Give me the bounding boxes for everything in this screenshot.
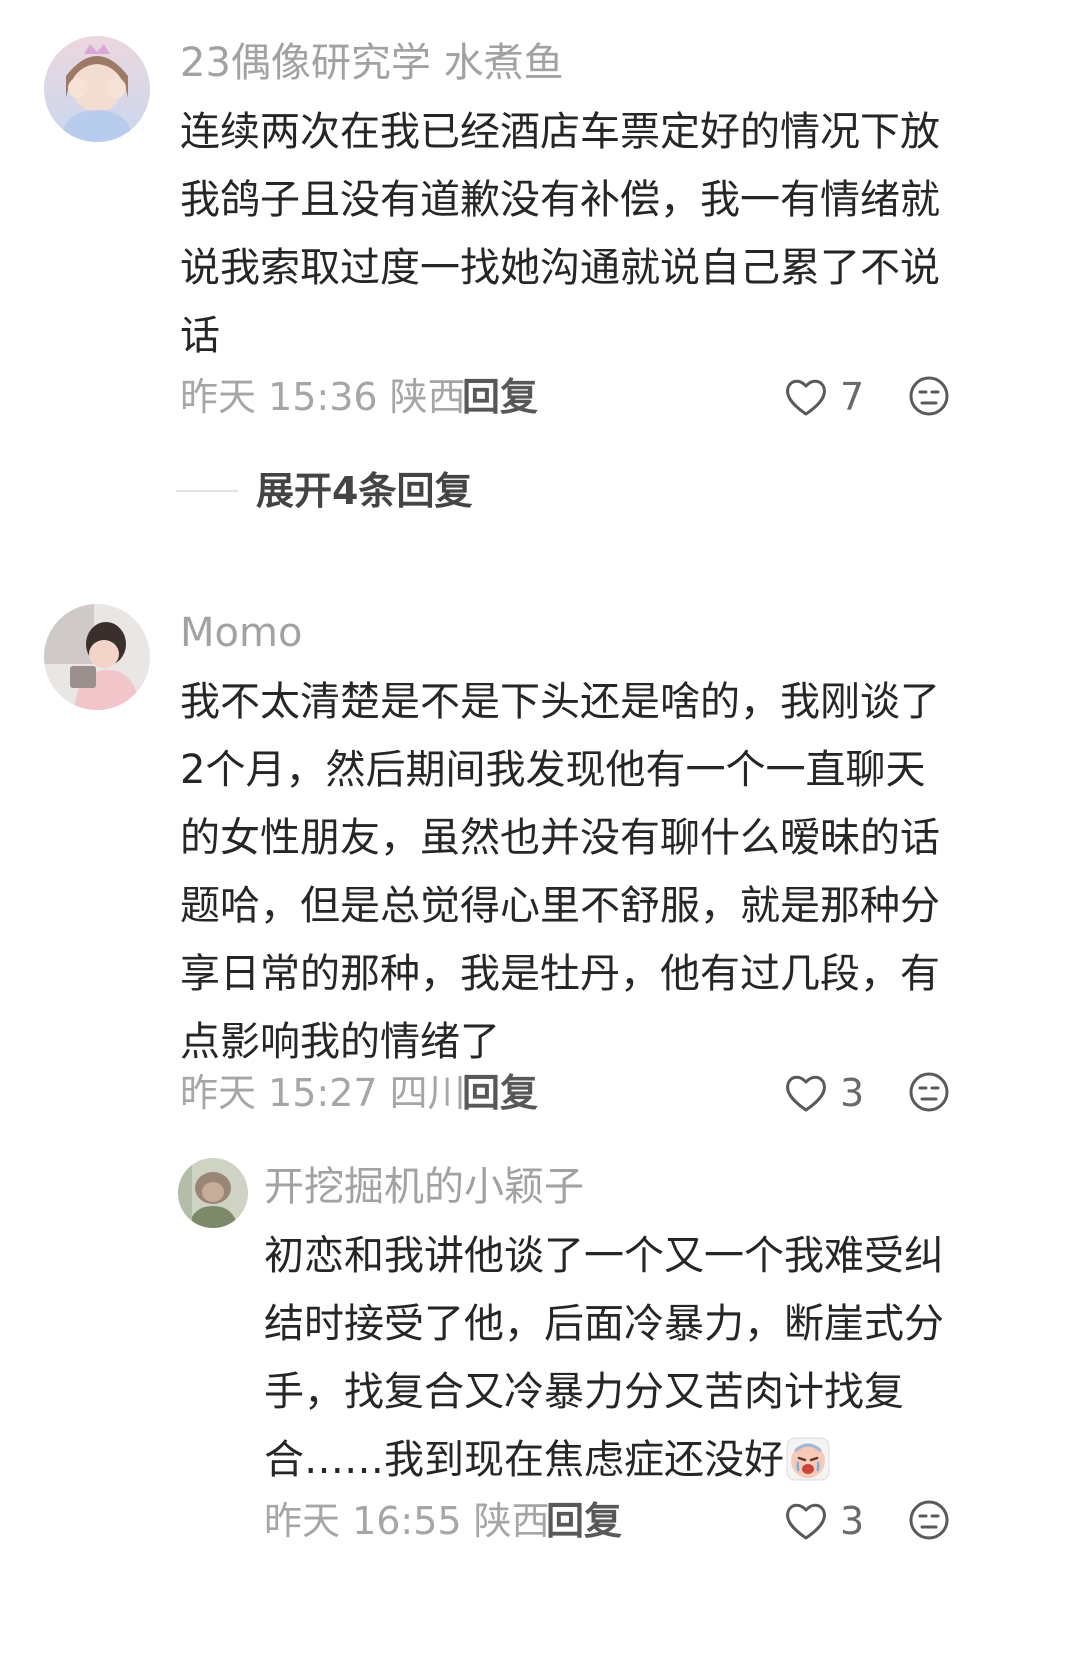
avatar[interactable]	[44, 36, 150, 142]
expand-replies-button[interactable]: 展开4条回复	[176, 466, 472, 516]
crying-face-icon	[786, 1434, 830, 1481]
unamused-face-icon	[909, 376, 949, 416]
reply-text: 初恋和我讲他谈了一个又一个我难受纠结时接受了他，后面冷暴力，断崖式分手，找复合又…	[264, 1222, 964, 1494]
comment-time-location: 昨天 15:27 四川	[180, 1071, 466, 1115]
comment-text: 连续两次在我已经酒店车票定好的情况下放我鸽子且没有道歉没有补偿，我一有情绪就说我…	[180, 109, 940, 359]
avatar[interactable]	[178, 1158, 248, 1228]
comment-item: Momo 我不太清楚是不是下头还是啥的，我刚谈了2个月，然后期间我发现他有一个一…	[0, 600, 1080, 1673]
username[interactable]: 23偶像研究学 水煮鱼	[180, 38, 564, 88]
expand-replies-label: 展开4条回复	[256, 469, 473, 513]
like-count: 7	[840, 375, 865, 419]
comment-item: 23偶像研究学 水煮鱼 连续两次在我已经酒店车票定好的情况下放我鸽子且没有道歉没…	[0, 0, 1080, 560]
unamused-face-icon	[909, 1500, 949, 1540]
comment-time-location: 昨天 15:36 陕西	[180, 375, 466, 419]
unamused-face-icon	[909, 1072, 949, 1112]
dislike-button[interactable]	[908, 375, 950, 421]
heart-icon	[786, 1075, 826, 1112]
username[interactable]: Momo	[180, 608, 302, 658]
username[interactable]: 开挖掘机的小颖子	[264, 1162, 584, 1212]
like-count: 3	[840, 1499, 865, 1543]
divider	[176, 490, 238, 492]
like-count: 3	[840, 1071, 865, 1115]
reply-item: 开挖掘机的小颖子 初恋和我讲他谈了一个又一个我难受纠结时接受了他，后面冷暴力，断…	[0, 1156, 1080, 1656]
reply-button[interactable]: 回复	[546, 1496, 622, 1546]
heart-icon	[786, 1503, 826, 1540]
like-button[interactable]: 3	[784, 1496, 864, 1546]
reply-button[interactable]: 回复	[462, 372, 538, 422]
reply-text-content: 初恋和我讲他谈了一个又一个我难受纠结时接受了他，后面冷暴力，断崖式分手，找复合又…	[264, 1233, 944, 1483]
comment-text: 我不太清楚是不是下头还是啥的，我刚谈了2个月，然后期间我发现他有一个一直聊天的女…	[180, 679, 940, 1065]
like-button[interactable]: 7	[784, 372, 864, 422]
dislike-button[interactable]	[908, 1499, 950, 1545]
heart-icon	[786, 379, 826, 416]
reply-button[interactable]: 回复	[462, 1068, 538, 1118]
dislike-button[interactable]	[908, 1071, 950, 1117]
like-button[interactable]: 3	[784, 1068, 864, 1118]
avatar[interactable]	[44, 604, 150, 710]
reply-time-location: 昨天 16:55 陕西	[264, 1499, 550, 1543]
